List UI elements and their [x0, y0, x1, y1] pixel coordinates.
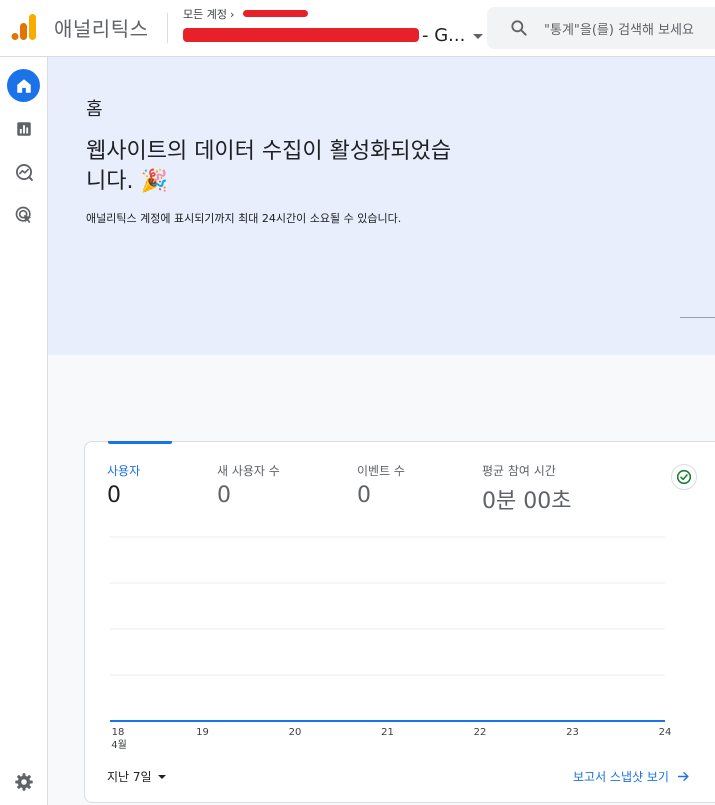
nav-home-button[interactable]: [7, 69, 40, 102]
x-tick-label: 23: [566, 727, 579, 738]
x-tick-label: 24: [659, 727, 672, 738]
app-title[interactable]: 애널리틱스: [54, 13, 149, 42]
date-range-label: 지난 7일: [107, 770, 152, 784]
home-icon: [16, 78, 31, 93]
breadcrumb[interactable]: 모든 계정 ›: [183, 6, 234, 22]
welcome-subline: 애널리틱스 계정에 표시되기까지 최대 24시간이 소요될 수 있습니다.: [86, 212, 402, 225]
dropdown-caret-icon: [157, 774, 166, 779]
dropdown-caret-icon: [473, 33, 484, 39]
x-tick-label: 19: [196, 727, 209, 738]
x-tick-label: 20: [289, 727, 302, 738]
advertising-icon: [15, 206, 31, 223]
page-title: 홈: [86, 99, 103, 120]
redacted-account-name: [243, 10, 308, 17]
analytics-logo[interactable]: [11, 13, 37, 41]
header-divider: [167, 13, 168, 43]
top-app-bar: 애널리틱스 모든 계정 › - G... "통계"을(를) 검색해 보세요: [0, 0, 715, 57]
x-tick-sublabel: 4월: [111, 739, 127, 751]
search-icon: [511, 20, 527, 36]
banner-divider: [680, 317, 715, 318]
overview-card: 사용자 0 새 사용자 수 0 이벤트 수 0 평균 참여 시간 0분 00초 …: [84, 441, 715, 803]
property-name-suffix: - G...: [422, 24, 466, 46]
nav-settings-button[interactable]: [7, 765, 40, 798]
nav-advertising-button[interactable]: [7, 198, 40, 231]
gear-icon: [14, 772, 33, 791]
search-bar[interactable]: "통계"을(를) 검색해 보세요: [487, 7, 715, 49]
snapshot-link-label: 보고서 스냅샷 보기: [573, 770, 669, 784]
explore-icon: [15, 163, 33, 181]
arrow-right-icon: [677, 772, 689, 781]
x-tick-label: 22: [474, 727, 487, 738]
search-placeholder: "통계"을(를) 검색해 보세요: [544, 22, 694, 38]
users-line-chart: 18 19 20 21 22 23 24 4월: [110, 536, 672, 751]
nav-explore-button[interactable]: [7, 155, 40, 188]
breadcrumb-all-accounts[interactable]: 모든 계정: [183, 6, 227, 22]
left-nav-rail: [0, 57, 48, 805]
nav-reports-button[interactable]: [7, 112, 40, 145]
x-tick-label: 18: [112, 727, 125, 738]
chevron-right-icon: ›: [229, 7, 235, 21]
date-range-selector[interactable]: 지난 7일: [107, 768, 166, 785]
view-report-snapshot-link[interactable]: 보고서 스냅샷 보기: [573, 768, 690, 785]
bar-chart-icon: [16, 121, 31, 136]
x-tick-label: 21: [381, 727, 394, 738]
property-selector[interactable]: - G...: [183, 23, 484, 47]
welcome-headline: 웹사이트의 데이터 수집이 활성화되었습니다. 🎉: [86, 139, 452, 194]
welcome-banner: 홈 웹사이트의 데이터 수집이 활성화되었습니다. 🎉 애널리틱스 계정에 표시…: [48, 57, 715, 355]
redacted-property-name: [183, 28, 419, 42]
